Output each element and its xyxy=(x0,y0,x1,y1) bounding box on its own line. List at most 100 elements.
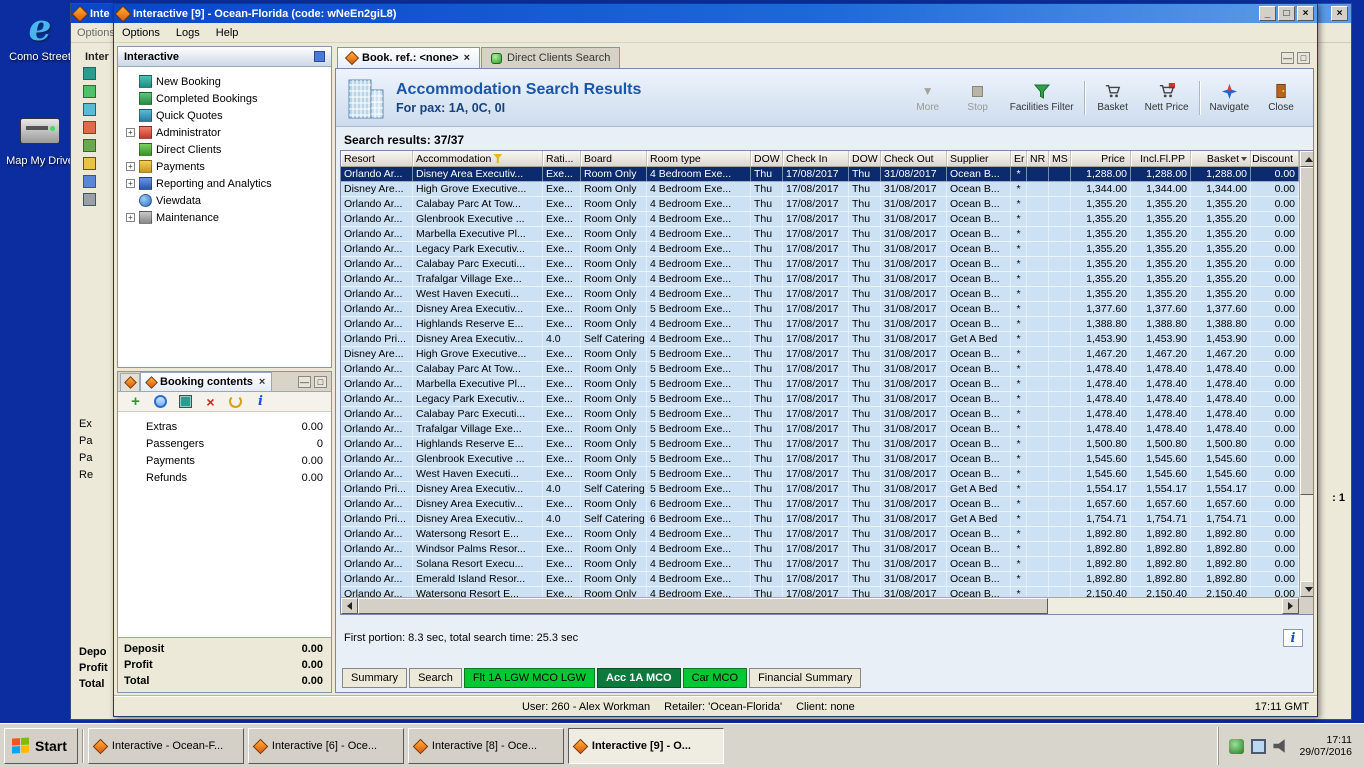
menu-item[interactable]: Options xyxy=(122,27,160,39)
table-row[interactable]: Orlando Ar... Marbella Executive Pl... E… xyxy=(341,377,1299,392)
refresh-icon[interactable] xyxy=(228,394,243,409)
table-row[interactable]: Orlando Ar... Trafalgar Village Exe... E… xyxy=(341,422,1299,437)
more-button[interactable]: ▼ More xyxy=(906,80,950,115)
main-titlebar[interactable]: Interactive [9] - Ocean-Florida (code: w… xyxy=(114,4,1317,23)
column-filter-icon[interactable] xyxy=(493,154,503,163)
scroll-left-button[interactable] xyxy=(341,598,358,614)
tab-close-icon[interactable]: × xyxy=(464,52,470,64)
bottom-tab[interactable]: Financial Summary xyxy=(749,668,862,688)
taskbar-window-button[interactable]: Interactive - Ocean-F... xyxy=(87,728,244,764)
tree-expander-icon[interactable]: + xyxy=(126,179,135,188)
column-header[interactable]: MS xyxy=(1049,151,1071,166)
vertical-scrollbar[interactable] xyxy=(1299,151,1313,597)
panel-minimize-button[interactable]: — xyxy=(298,376,311,388)
booking-summary-row[interactable]: Passengers 0 xyxy=(118,435,331,452)
add-icon[interactable]: + xyxy=(128,393,143,410)
facilities-filter-button[interactable]: Facilities Filter xyxy=(1006,80,1078,115)
column-header[interactable]: Board xyxy=(581,151,647,166)
vertical-scroll-thumb[interactable] xyxy=(1300,167,1313,495)
tree-item[interactable]: Completed Bookings xyxy=(122,90,331,107)
table-row[interactable]: Orlando Ar... Disney Area Executiv... Ex… xyxy=(341,302,1299,317)
table-row[interactable]: Orlando Pri... Disney Area Executiv... 4… xyxy=(341,332,1299,347)
tree-item[interactable]: + Reporting and Analytics xyxy=(122,175,331,192)
bottom-tab[interactable]: Flt 1A LGW MCO LGW xyxy=(463,668,595,688)
table-row[interactable]: Orlando Ar... Solana Resort Execu... Exe… xyxy=(341,557,1299,572)
export-icon[interactable] xyxy=(178,394,193,409)
taskbar-window-button[interactable]: Interactive [8] - Oce... xyxy=(407,728,564,764)
column-header[interactable]: Basket xyxy=(1191,151,1251,166)
tree-expander-icon[interactable]: + xyxy=(126,162,135,171)
scroll-right-button[interactable] xyxy=(1282,598,1299,614)
tree-item[interactable]: New Booking xyxy=(122,73,331,90)
booking-icon-tab[interactable] xyxy=(120,373,140,391)
table-row[interactable]: Orlando Ar... Legacy Park Executiv... Ex… xyxy=(341,242,1299,257)
table-row[interactable]: Orlando Ar... Watersong Resort E... Exe.… xyxy=(341,527,1299,542)
tray-display-icon[interactable] xyxy=(1251,738,1267,754)
taskbar-window-button[interactable]: Interactive [6] - Oce... xyxy=(247,728,404,764)
column-header[interactable]: Check In xyxy=(783,151,849,166)
table-row[interactable]: Orlando Ar... Highlands Reserve E... Exe… xyxy=(341,317,1299,332)
tree-item[interactable]: Viewdata xyxy=(122,192,331,209)
column-header[interactable]: NR xyxy=(1027,151,1049,166)
table-row[interactable]: Orlando Pri... Disney Area Executiv... 4… xyxy=(341,512,1299,527)
tree-item[interactable]: + Payments xyxy=(122,158,331,175)
table-row[interactable]: Orlando Ar... Calabay Parc At Tow... Exe… xyxy=(341,197,1299,212)
web-icon[interactable] xyxy=(153,394,168,409)
tray-network-icon[interactable] xyxy=(1229,738,1245,754)
delete-icon[interactable]: × xyxy=(203,394,218,410)
minimize-button[interactable]: _ xyxy=(1259,6,1276,21)
column-header[interactable]: DOW xyxy=(751,151,783,166)
booking-contents-tab[interactable]: Booking contents × xyxy=(140,372,273,391)
booking-summary-row[interactable]: Refunds 0.00 xyxy=(118,469,331,486)
panel-collapse-button[interactable] xyxy=(314,51,325,62)
table-row[interactable]: Orlando Pri... Disney Area Executiv... 4… xyxy=(341,482,1299,497)
view-minimize-button[interactable]: — xyxy=(1281,52,1294,64)
table-row[interactable]: Orlando Ar... Watersong Resort E... Exe.… xyxy=(341,587,1299,597)
menu-item[interactable]: Help xyxy=(216,27,239,39)
bottom-tab[interactable]: Acc 1A MCO xyxy=(597,668,681,688)
navigate-button[interactable]: Navigate xyxy=(1206,80,1253,115)
bottom-tab[interactable]: Search xyxy=(409,668,462,688)
desktop-icon-map-my-drive[interactable]: Map My Drive xyxy=(4,112,76,167)
table-row[interactable]: Orlando Ar... Calabay Parc Executi... Ex… xyxy=(341,257,1299,272)
tree-item[interactable]: + Administrator xyxy=(122,124,331,141)
close-button[interactable]: × xyxy=(1297,6,1314,21)
column-header[interactable]: DOW xyxy=(849,151,881,166)
column-header[interactable]: Incl.Fl.PP xyxy=(1131,151,1191,166)
column-header[interactable]: Check Out xyxy=(881,151,947,166)
table-row[interactable]: Orlando Ar... Windsor Palms Resor... Exe… xyxy=(341,542,1299,557)
table-row[interactable]: Orlando Ar... Emerald Island Resor... Ex… xyxy=(341,572,1299,587)
table-row[interactable]: Orlando Ar... Legacy Park Executiv... Ex… xyxy=(341,392,1299,407)
table-row[interactable]: Orlando Ar... West Haven Executi... Exe.… xyxy=(341,467,1299,482)
info-icon[interactable]: i xyxy=(1283,629,1303,647)
tree-expander-icon[interactable]: + xyxy=(126,213,135,222)
table-row[interactable]: Orlando Ar... Marbella Executive Pl... E… xyxy=(341,227,1299,242)
close-view-button[interactable]: Close xyxy=(1259,80,1303,115)
table-row[interactable]: Orlando Ar... Glenbrook Executive ... Ex… xyxy=(341,212,1299,227)
table-row[interactable]: Orlando Ar... Disney Area Executiv... Ex… xyxy=(341,497,1299,512)
table-row[interactable]: Orlando Ar... Disney Area Executiv... Ex… xyxy=(341,167,1299,182)
scroll-up-button[interactable] xyxy=(1300,151,1313,167)
tree-expander-icon[interactable]: + xyxy=(126,128,135,137)
tab-close-icon[interactable]: × xyxy=(259,376,265,388)
bg-menu-options[interactable]: Options xyxy=(77,27,115,39)
start-button[interactable]: Start xyxy=(4,728,78,764)
scroll-down-button[interactable] xyxy=(1300,581,1313,597)
stop-button[interactable]: Stop xyxy=(956,80,1000,115)
maximize-button[interactable]: □ xyxy=(1278,6,1295,21)
tree-item[interactable]: + Maintenance xyxy=(122,209,331,226)
workspace-tab[interactable]: Book. ref.: <none> × xyxy=(337,47,481,68)
table-row[interactable]: Orlando Ar... Glenbrook Executive ... Ex… xyxy=(341,452,1299,467)
workspace-tab[interactable]: Direct Clients Search xyxy=(481,47,621,68)
bottom-tab[interactable]: Car MCO xyxy=(682,668,748,688)
column-header[interactable]: Rati... xyxy=(543,151,581,166)
nett-price-button[interactable]: Nett Price xyxy=(1141,80,1193,115)
column-header[interactable]: Accommodation xyxy=(413,151,543,166)
column-header[interactable]: Price xyxy=(1071,151,1131,166)
column-filter-icon[interactable] xyxy=(1241,156,1247,161)
horizontal-scrollbar[interactable] xyxy=(341,597,1299,614)
table-row[interactable]: Orlando Ar... Calabay Parc At Tow... Exe… xyxy=(341,362,1299,377)
booking-summary-row[interactable]: Extras 0.00 xyxy=(118,418,331,435)
column-header[interactable]: Resort xyxy=(341,151,413,166)
desktop-icon-como-street[interactable]: e Como Street xyxy=(4,8,76,63)
